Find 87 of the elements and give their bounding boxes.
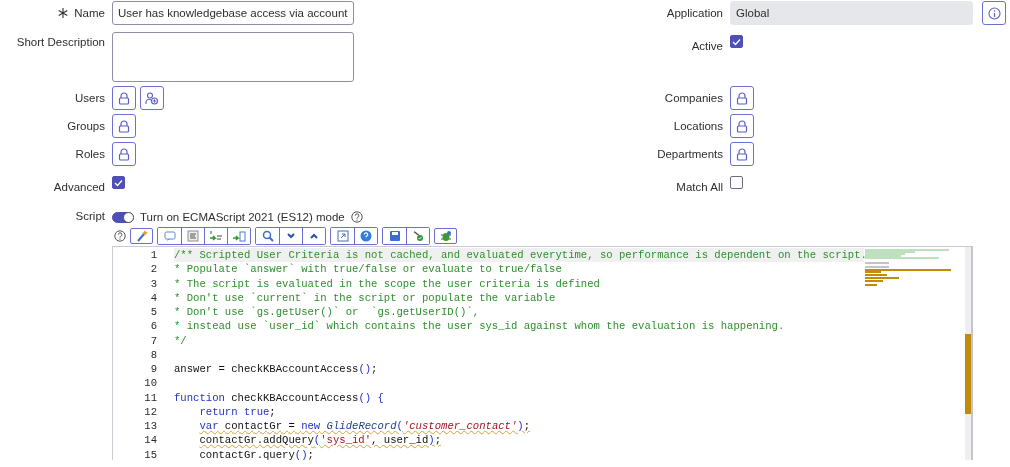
name-field[interactable]: User has knowledgebase access via account	[112, 1, 354, 25]
line-number: 14	[144, 433, 158, 448]
code-line: * Don't use `gs.getUser()` or `gs.getUserID()`,	[174, 305, 480, 320]
line-number: 4	[150, 290, 158, 305]
field-label: Match All	[676, 181, 723, 193]
checkmark-icon	[732, 37, 741, 46]
code-line: var contactGr = new GlideRecord('customer_contact');	[199, 419, 531, 434]
line-number: 6	[150, 319, 158, 334]
toggle-label: Turn on ECMAScript 2021 (ES12) mode	[140, 211, 345, 223]
field-label: Name	[74, 7, 105, 19]
help-button[interactable]	[354, 228, 377, 244]
help-icon[interactable]	[114, 230, 126, 242]
debug-icon	[438, 230, 453, 242]
code-line: function checkKBAccountAccess() {	[174, 390, 384, 405]
field-label: Users	[74, 92, 105, 104]
field-label: Short Description	[16, 36, 105, 48]
lock-icon	[736, 119, 748, 133]
info-button[interactable]	[982, 1, 1006, 25]
search-icon	[260, 230, 275, 242]
lock-icon	[736, 147, 748, 161]
check-script-button[interactable]	[406, 228, 429, 244]
wand-button[interactable]	[130, 228, 153, 244]
line-number: 2	[150, 262, 158, 277]
wand-icon	[134, 230, 149, 242]
replace-all-icon	[232, 230, 246, 242]
line-number: 11	[144, 390, 158, 405]
line-number: 3	[150, 276, 158, 291]
checkbox[interactable]	[112, 176, 125, 189]
field-label: Active	[691, 40, 723, 52]
field-label: Roles	[75, 148, 105, 160]
field-label: Advanced	[53, 181, 105, 193]
lock-button[interactable]	[730, 114, 754, 138]
lock-button[interactable]	[112, 86, 136, 110]
line-number: 10	[144, 376, 158, 391]
scrollbar-thumb[interactable]	[965, 334, 971, 414]
code-line: answer = checkKBAccountAccess();	[174, 362, 378, 377]
save-icon	[387, 230, 402, 242]
checkbox[interactable]	[730, 35, 743, 48]
lock-icon	[118, 147, 130, 161]
help-icon[interactable]	[350, 211, 363, 223]
add-user-button[interactable]	[140, 86, 164, 110]
line-number: 15	[144, 447, 158, 460]
code-line: contactGr.query();	[199, 447, 314, 460]
code-line: contactGr.addQuery('sys_id', user_id);	[199, 433, 441, 448]
line-number: 5	[150, 305, 158, 320]
info-icon	[987, 6, 1001, 20]
debug-button[interactable]	[434, 228, 457, 244]
code-line: * The script is evaluated in the scope the user criteria is defined	[174, 276, 600, 291]
check-script-icon	[411, 230, 425, 242]
lock-icon	[118, 91, 130, 105]
toggle-switch[interactable]	[112, 211, 134, 223]
lock-icon	[736, 91, 748, 105]
help-icon	[359, 230, 373, 242]
code-line: return true;	[199, 404, 276, 419]
short-description-field[interactable]	[112, 32, 354, 82]
field-label: Locations	[673, 120, 723, 132]
line-number: 7	[150, 333, 158, 348]
replace-icon	[209, 230, 223, 242]
line-number: 8	[150, 347, 158, 362]
application-field: Global	[730, 1, 973, 25]
line-number: 1	[150, 248, 158, 263]
chevron-up-button[interactable]	[302, 228, 325, 244]
field-label: Companies	[664, 92, 723, 104]
expand-icon	[335, 230, 350, 242]
checkmark-icon	[114, 178, 123, 187]
checkbox[interactable]	[730, 176, 743, 189]
code-line: * Don't use `current` in the script or populate the variable	[174, 290, 556, 305]
lock-button[interactable]	[730, 86, 754, 110]
code-line: * Populate `answer` with true/false or evaluate to true/false	[174, 262, 562, 277]
comment-icon	[162, 230, 177, 242]
lock-button[interactable]	[112, 114, 136, 138]
field-label: Application	[666, 7, 723, 19]
lock-button[interactable]	[730, 142, 754, 166]
field-label: Groups	[67, 120, 105, 132]
code-line: /** Scripted User Criteria is not cached, and evaluated everytime, so performance is dependent on the script.	[174, 248, 867, 263]
field-label: Departments	[657, 148, 723, 160]
field-label: Script	[75, 210, 105, 222]
format-icon	[186, 230, 200, 242]
line-number: 13	[144, 419, 158, 434]
lock-icon	[118, 119, 130, 133]
code-line: * instead use `user_id` which contains the user sys_id against whom the evaluation is happening.	[174, 319, 785, 334]
add-user-icon	[145, 91, 159, 105]
code-line: */	[174, 333, 187, 348]
replace-all-button[interactable]	[227, 228, 250, 244]
line-number: 9	[150, 362, 158, 377]
line-number: 12	[144, 404, 158, 419]
lock-button[interactable]	[112, 142, 136, 166]
